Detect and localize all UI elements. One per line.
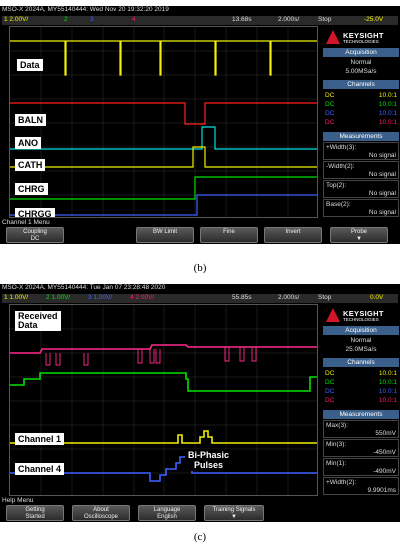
menu-title: Channel 1 Menu bbox=[2, 219, 50, 226]
coupling-button[interactable]: Coupling DC bbox=[6, 227, 64, 243]
acquisition-header: Acquisition bbox=[323, 48, 399, 57]
keysight-logo: KEYSIGHT TECHNOLOGIES bbox=[324, 306, 398, 326]
label-received-data: Received Data bbox=[15, 311, 61, 331]
ch2-scale[interactable]: 2 1.00V/ bbox=[46, 294, 70, 302]
ch3-scale[interactable]: 3 1.00V/ bbox=[88, 294, 112, 302]
sample-rate: 5.00MSa/s bbox=[345, 68, 377, 75]
channel-scale-row: 1 1.00V/ 2 1.00V/ 3 1.00V/ 4 2.00V/ 55.8… bbox=[2, 294, 398, 303]
oscilloscope-screen-c: MSO-X 2024A, MY55140444: Tue Jan 07 23:2… bbox=[0, 284, 400, 522]
label-data: Data bbox=[17, 59, 43, 71]
acquisition-mode: Normal bbox=[350, 59, 372, 66]
label-baln: BALN bbox=[15, 114, 46, 126]
timebase-readout: 2.000s/ bbox=[278, 16, 300, 23]
keysight-wave-icon bbox=[326, 308, 340, 322]
timebase-readout: 2.000s/ bbox=[278, 294, 300, 301]
side-panel: KEYSIGHT TECHNOLOGIES Acquisition Normal… bbox=[321, 304, 400, 496]
delay-readout: 55.85s bbox=[232, 294, 252, 301]
waveform-display: Data BALN ANO CATH CHRG CHRGG bbox=[9, 26, 318, 218]
probe-button[interactable]: Probe ▼ bbox=[330, 227, 388, 243]
measurements-header: Measurements bbox=[323, 132, 399, 141]
label-ano: ANO bbox=[15, 137, 41, 149]
scope-title: MSO-X 2024A, MY55140444: Tue Jan 07 23:2… bbox=[2, 284, 166, 291]
label-biphasic-pulses: Bi-Phasic Pulses bbox=[185, 449, 233, 471]
measurements-header: Measurements bbox=[323, 410, 399, 419]
trigger-level: -25.0V bbox=[364, 16, 384, 23]
trigger-level: 0.0V bbox=[370, 294, 384, 301]
getting-started-button[interactable]: Getting Started bbox=[6, 505, 64, 521]
invert-button[interactable]: Invert bbox=[264, 227, 322, 243]
label-chrg: CHRG bbox=[15, 183, 48, 195]
softkey-menu: Help Menu Getting Started About Oscillosco… bbox=[0, 496, 400, 522]
acquisition-mode: Normal bbox=[350, 337, 372, 344]
measurement-3: Top(2): No signal bbox=[323, 180, 399, 198]
run-status: Stop bbox=[318, 294, 332, 301]
waveform-svg bbox=[10, 27, 317, 217]
ch4-scale[interactable]: 4 bbox=[132, 16, 136, 24]
ch1-scale[interactable]: 1 2.00V/ bbox=[4, 16, 28, 24]
language-button[interactable]: Language English bbox=[138, 505, 196, 521]
keysight-wave-icon bbox=[326, 30, 340, 44]
channel-row-4: DC 10.0:1 bbox=[325, 119, 397, 126]
delay-readout: 13.68s bbox=[232, 16, 252, 23]
label-cath: CATH bbox=[15, 159, 46, 171]
sample-rate: 25.0MSa/s bbox=[345, 346, 377, 353]
ch2-scale[interactable]: 2 bbox=[64, 16, 68, 24]
measurement-1: +Width(3): No signal bbox=[323, 142, 399, 160]
channel-row-3: DC 10.0:1 bbox=[325, 110, 397, 117]
label-chrgg: CHRGG bbox=[15, 208, 55, 217]
waveform-display: Received Data Channel 1 Channel 4 Bi-Phas… bbox=[9, 304, 318, 496]
channel-row-1: DC 10.0:1 bbox=[325, 92, 397, 99]
measurement-1: Max(3): 550mV bbox=[323, 420, 399, 438]
channel-row-4: DC 10.0:1 bbox=[325, 397, 397, 404]
bw-limit-button[interactable]: BW Limit bbox=[136, 227, 194, 243]
side-panel: KEYSIGHT TECHNOLOGIES Acquisition Normal… bbox=[321, 26, 400, 218]
channel-scale-row: 1 2.00V/ 2 3 4 13.68s 2.000s/ Stop -25.0… bbox=[2, 16, 398, 25]
channel-row-2: DC 10.0:1 bbox=[325, 379, 397, 386]
measurement-4: Base(2): No signal bbox=[323, 199, 399, 217]
channel-row-1: DC 10.0:1 bbox=[325, 370, 397, 377]
status-bar: MSO-X 2024A, MY55140444: Wed Nov 20 19:3… bbox=[0, 6, 400, 26]
label-channel-1: Channel 1 bbox=[15, 433, 65, 445]
measurement-2: Min(3): -450mV bbox=[323, 439, 399, 457]
channel-row-3: DC 10.0:1 bbox=[325, 388, 397, 395]
oscilloscope-screen-b: MSO-X 2024A, MY55140444: Wed Nov 20 19:3… bbox=[0, 6, 400, 244]
run-status: Stop bbox=[318, 16, 332, 23]
channels-header: Channels bbox=[323, 80, 399, 89]
channel-row-2: DC 10.0:1 bbox=[325, 101, 397, 108]
caption-b: (b) bbox=[193, 262, 207, 274]
ch3-scale[interactable]: 3 bbox=[90, 16, 94, 24]
softkey-menu: Channel 1 Menu Coupling DC BW Limit Fine … bbox=[0, 218, 400, 244]
menu-title: Help Menu bbox=[2, 497, 34, 504]
measurement-4: +Width(2): 9.9901ms bbox=[323, 477, 399, 495]
fine-button[interactable]: Fine bbox=[200, 227, 258, 243]
measurement-2: -Width(2): No signal bbox=[323, 161, 399, 179]
ch4-scale[interactable]: 4 2.00V/ bbox=[130, 294, 154, 302]
training-signals-button[interactable]: Training Signals ▼ bbox=[204, 505, 264, 521]
scope-title: MSO-X 2024A, MY55140444: Wed Nov 20 19:3… bbox=[2, 6, 169, 13]
caption-c: (c) bbox=[193, 531, 207, 543]
ch1-scale[interactable]: 1 1.00V/ bbox=[4, 294, 28, 302]
label-channel-4: Channel 4 bbox=[15, 463, 65, 475]
channels-header: Channels bbox=[323, 358, 399, 367]
acquisition-header: Acquisition bbox=[323, 326, 399, 335]
measurement-3: Min(1): -490mV bbox=[323, 458, 399, 476]
about-oscilloscope-button[interactable]: About Oscilloscope bbox=[72, 505, 130, 521]
status-bar: MSO-X 2024A, MY55140444: Tue Jan 07 23:2… bbox=[0, 284, 400, 304]
keysight-logo: KEYSIGHT TECHNOLOGIES bbox=[324, 28, 398, 48]
